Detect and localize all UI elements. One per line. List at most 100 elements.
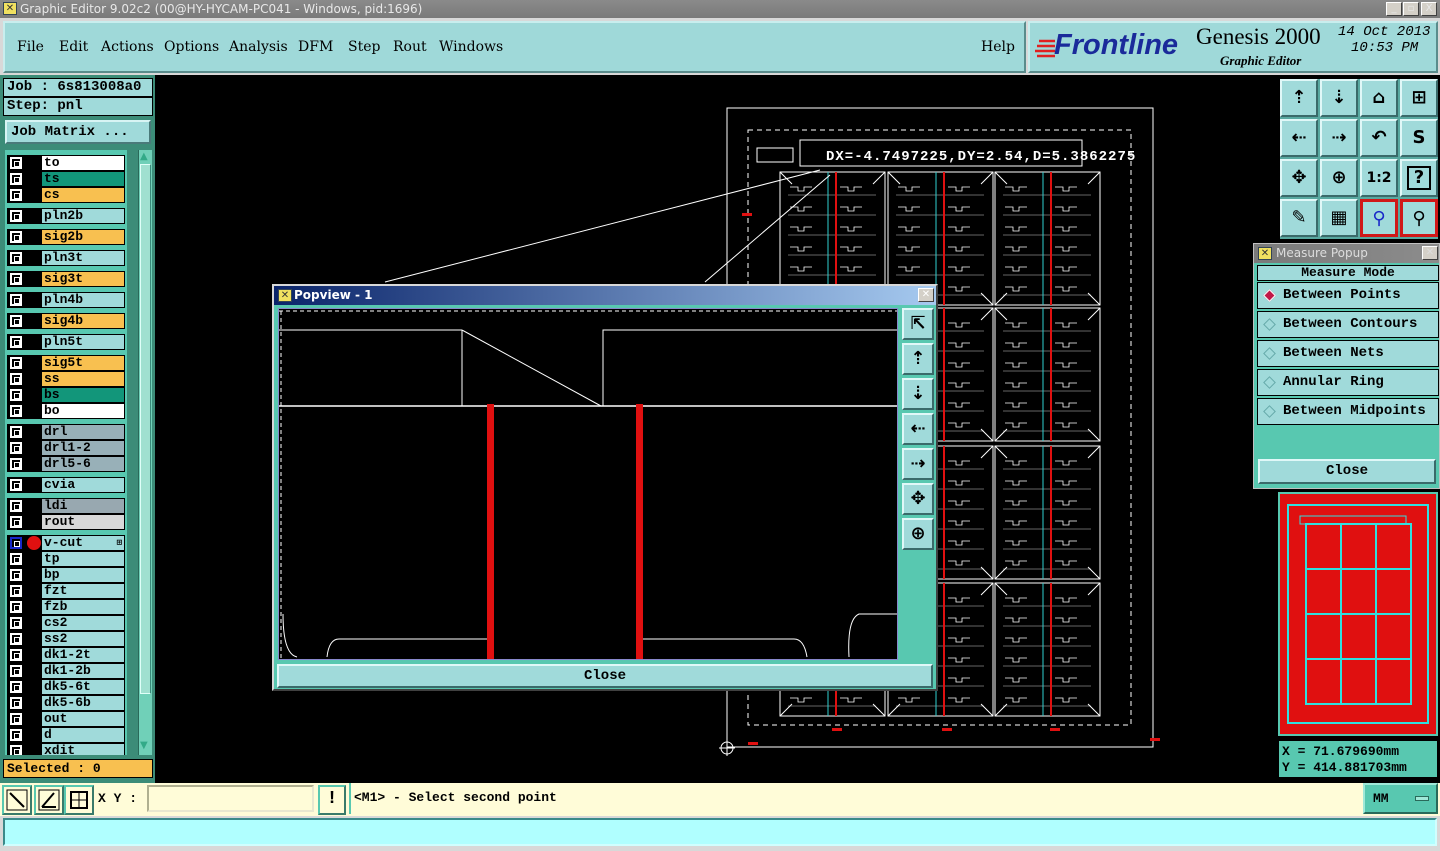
layer-row-dk1-2t[interactable]: dk1-2t xyxy=(7,647,125,663)
layer-checkbox[interactable] xyxy=(10,405,22,417)
snap-icon[interactable]: S xyxy=(1400,119,1438,157)
xy-grid-icon[interactable]: ⊞ xyxy=(1400,79,1438,117)
radio-diamond-icon[interactable] xyxy=(1263,347,1276,360)
net-highlight-icon[interactable]: ⚲ xyxy=(1360,199,1398,237)
layer-checkbox[interactable] xyxy=(10,389,22,401)
layer-checkbox[interactable] xyxy=(10,252,22,264)
radio-diamond-icon[interactable] xyxy=(1263,376,1276,389)
layer-checkbox[interactable] xyxy=(10,617,22,629)
zoom-fit-icon[interactable]: ✥ xyxy=(1280,159,1318,197)
layer-row-v-cut[interactable]: v-cut ⊞ xyxy=(7,535,125,551)
layer-row-dk5-6b[interactable]: dk5-6b xyxy=(7,695,125,711)
layer-row-bs[interactable]: bs xyxy=(7,387,125,403)
layer-checkbox[interactable] xyxy=(10,373,22,385)
pan-up-icon[interactable]: ⇡ xyxy=(902,343,934,375)
measure-mode-option[interactable]: Annular Ring xyxy=(1257,369,1439,396)
layer-row-drl[interactable]: drl xyxy=(7,424,125,440)
scroll-down-icon[interactable]: ▼ xyxy=(140,740,151,752)
xy-input[interactable] xyxy=(147,785,314,812)
layer-row-drl5-6[interactable]: drl5-6 xyxy=(7,456,125,472)
measure-angle-icon[interactable] xyxy=(34,785,64,815)
measure-line-icon[interactable] xyxy=(2,785,32,815)
layer-checkbox[interactable] xyxy=(10,294,22,306)
layer-list-scrollbar[interactable]: ▲ ▼ xyxy=(138,150,152,755)
layer-row-to[interactable]: to xyxy=(7,155,125,171)
popview-close-button[interactable]: Close xyxy=(277,664,933,688)
pan-down-icon[interactable]: ⇣ xyxy=(902,378,934,410)
layer-checkbox[interactable] xyxy=(10,426,22,438)
radio-diamond-icon[interactable] xyxy=(1263,405,1276,418)
layer-row-cs[interactable]: cs xyxy=(7,187,125,203)
measure-close-button[interactable]: Close xyxy=(1258,459,1436,484)
layer-checkbox[interactable] xyxy=(10,697,22,709)
layer-checkbox[interactable] xyxy=(10,569,22,581)
layer-row-drl1-2[interactable]: drl1-2 xyxy=(7,440,125,456)
overview-map[interactable] xyxy=(1278,492,1438,736)
scrollbar-thumb[interactable] xyxy=(140,164,151,694)
job-matrix-button[interactable]: Job Matrix ... xyxy=(5,120,151,144)
layer-checkbox[interactable] xyxy=(10,585,22,597)
pan-right-icon[interactable]: ⇢ xyxy=(902,448,934,480)
layer-checkbox[interactable] xyxy=(10,479,22,491)
measure-mode-option[interactable]: Between Points xyxy=(1257,282,1439,309)
scroll-up-icon[interactable]: ▲ xyxy=(140,151,151,163)
menu-windows[interactable]: Windows xyxy=(439,39,503,55)
layer-row-xdit[interactable]: xdit xyxy=(7,743,125,755)
layer-row-cvia[interactable]: cvia xyxy=(7,477,125,493)
layer-row-sig3t[interactable]: sig3t xyxy=(7,271,125,287)
net-measure-icon[interactable]: ⚲ xyxy=(1400,199,1438,237)
menu-rout[interactable]: Rout xyxy=(393,39,427,55)
menu-step[interactable]: Step xyxy=(348,39,380,55)
radio-diamond-icon[interactable] xyxy=(1263,318,1276,331)
popview-drawing[interactable] xyxy=(279,309,897,659)
measure-mode-option[interactable]: Between Nets xyxy=(1257,340,1439,367)
layer-row-pln3t[interactable]: pln3t xyxy=(7,250,125,266)
layer-menu-icon[interactable]: ⊞ xyxy=(117,536,122,550)
layer-row-dk5-6t[interactable]: dk5-6t xyxy=(7,679,125,695)
measure-mode-option[interactable]: Between Contours xyxy=(1257,311,1439,338)
layer-checkbox[interactable] xyxy=(10,665,22,677)
layer-row-ts[interactable]: ts xyxy=(7,171,125,187)
maximize-button[interactable]: ▫ xyxy=(1403,2,1419,16)
layer-row-d[interactable]: d xyxy=(7,727,125,743)
layer-row-ldi[interactable]: ldi xyxy=(7,498,125,514)
layer-row-dk1-2b[interactable]: dk1-2b xyxy=(7,663,125,679)
layer-checkbox[interactable] xyxy=(10,649,22,661)
layer-checkbox[interactable] xyxy=(10,729,22,741)
layer-checkbox[interactable] xyxy=(10,157,22,169)
home-icon[interactable]: ⌂ xyxy=(1360,79,1398,117)
fit-window-icon[interactable]: ⇱ xyxy=(902,308,934,340)
layer-row-ss2[interactable]: ss2 xyxy=(7,631,125,647)
layer-checkbox[interactable] xyxy=(10,601,22,613)
layer-checkbox[interactable] xyxy=(10,357,22,369)
layer-checkbox[interactable] xyxy=(10,713,22,725)
layer-checkbox[interactable] xyxy=(10,336,22,348)
layer-row-fzt[interactable]: fzt xyxy=(7,583,125,599)
layer-checkbox[interactable] xyxy=(10,633,22,645)
layer-row-rout[interactable]: rout xyxy=(7,514,125,530)
measure-mode-option[interactable]: Between Midpoints xyxy=(1257,398,1439,425)
layer-checkbox[interactable] xyxy=(10,458,22,470)
layer-checkbox[interactable] xyxy=(10,500,22,512)
popview-close-icon[interactable]: ✕ xyxy=(918,288,934,302)
layer-row-bp[interactable]: bp xyxy=(7,567,125,583)
layer-row-tp[interactable]: tp xyxy=(7,551,125,567)
layer-checkbox[interactable] xyxy=(10,210,22,222)
layer-row-pln2b[interactable]: pln2b xyxy=(7,208,125,224)
menu-help[interactable]: Help xyxy=(981,39,1015,55)
zoom-ratio-icon[interactable]: 1:2 xyxy=(1360,159,1398,197)
tools-palette-icon[interactable]: ✎ xyxy=(1280,199,1318,237)
pan-up-icon[interactable]: ⇡ xyxy=(1280,79,1318,117)
layer-row-pln4b[interactable]: pln4b xyxy=(7,292,125,308)
menu-file[interactable]: File xyxy=(17,39,44,55)
zoom-center-icon[interactable]: ⊕ xyxy=(1320,159,1358,197)
layer-row-sig5t[interactable]: sig5t xyxy=(7,355,125,371)
units-select[interactable]: MM xyxy=(1363,783,1438,814)
popview-title-bar[interactable]: ✕ Popview - 1 ✕ xyxy=(274,286,936,305)
layer-checkbox[interactable] xyxy=(10,553,22,565)
layer-row-fzb[interactable]: fzb xyxy=(7,599,125,615)
layer-row-sig2b[interactable]: sig2b xyxy=(7,229,125,245)
layer-checkbox[interactable] xyxy=(10,315,22,327)
layer-checkbox[interactable] xyxy=(10,516,22,528)
help-query-icon[interactable]: ? xyxy=(1400,159,1438,197)
